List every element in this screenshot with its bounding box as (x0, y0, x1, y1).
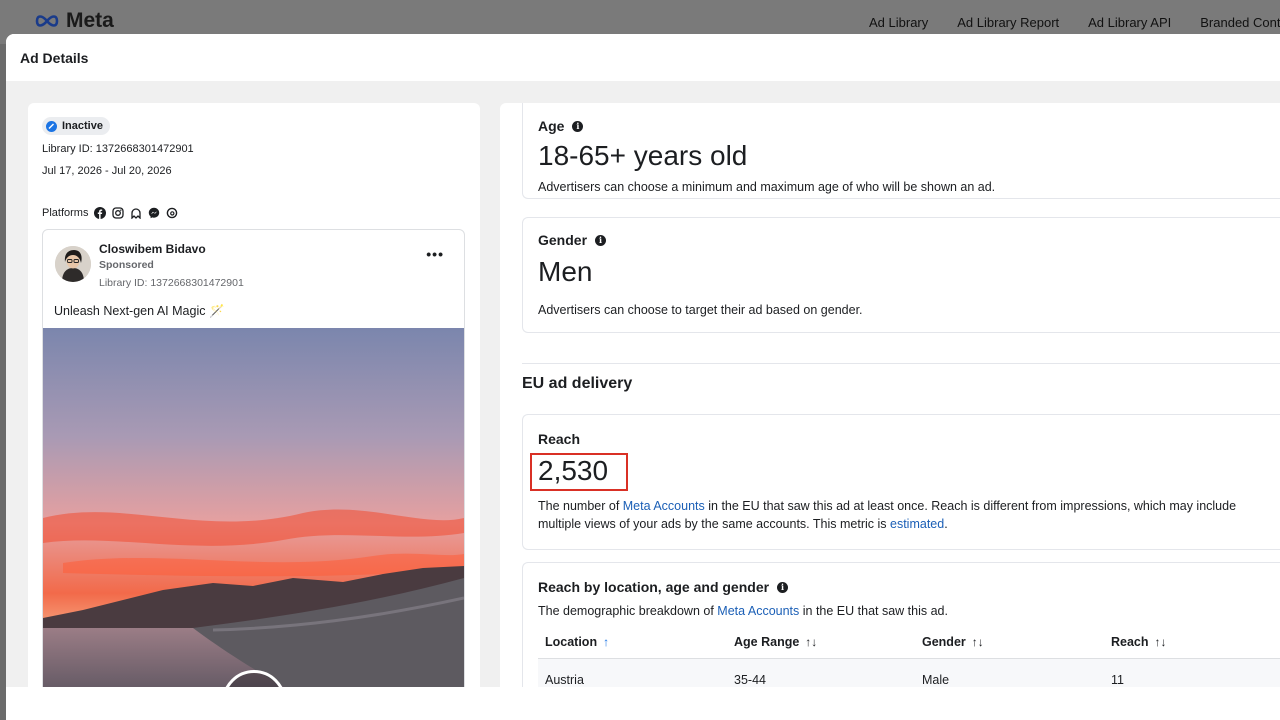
platforms-row: Platforms (42, 207, 178, 219)
run-dates: Jul 17, 2026 - Jul 20, 2026 (42, 165, 172, 177)
ad-summary-card: Inactive Library ID: 1372668301472901 Ju… (28, 103, 480, 687)
cell-age-range: 35-44 (734, 673, 766, 687)
column-reach[interactable]: Reach ↑↓ (1111, 635, 1167, 649)
gender-card: Gender i Men Advertisers can choose to t… (522, 217, 1280, 333)
cell-reach: 11 (1111, 673, 1124, 687)
estimated-link[interactable]: estimated (890, 517, 944, 531)
sort-icon[interactable]: ↑↓ (972, 635, 984, 649)
breakdown-card: Reach by location, age and gender i The … (522, 562, 1280, 687)
gender-title-text: Gender (538, 232, 588, 248)
ad-preview-card: Closwibem Bidavo Sponsored Library ID: 1… (42, 229, 465, 687)
cell-location: Austria (545, 673, 584, 687)
breakdown-title-text: Reach by location, age and gender (538, 579, 770, 595)
section-divider (522, 363, 1280, 364)
age-card: Age i 18-65+ years old Advertisers can c… (522, 103, 1280, 199)
age-description: Advertisers can choose a minimum and max… (538, 180, 996, 194)
gender-value: Men (538, 256, 593, 287)
reach-desc-text: The number of (538, 499, 623, 513)
eu-section-title: EU ad delivery (522, 375, 633, 392)
breakdown-title: Reach by location, age and gender i (538, 579, 789, 595)
info-icon[interactable]: i (595, 234, 607, 246)
column-gender[interactable]: Gender ↑↓ (922, 635, 984, 649)
cell-gender: Male (922, 673, 950, 687)
reach-card: Reach 2,530 The number of Meta Accounts … (522, 414, 1280, 550)
modal-title: Ad Details (20, 50, 89, 66)
meta-infinity-icon (35, 15, 59, 27)
breakdown-desc-text: The demographic breakdown of (538, 604, 718, 618)
nav-link-ad-library[interactable]: Ad Library (869, 15, 928, 30)
ad-details-modal: Ad Details Inactive Library ID: 13726683… (6, 34, 1280, 720)
sunset-image (43, 328, 464, 687)
library-id: Library ID: 1372668301472901 (42, 143, 194, 155)
meta-accounts-link[interactable]: Meta Accounts (623, 499, 705, 513)
column-location[interactable]: Location ↑ (545, 635, 609, 649)
sort-icon[interactable]: ↑↓ (805, 635, 817, 649)
instagram-icon (112, 207, 125, 219)
gender-title: Gender i (538, 232, 607, 248)
ad-body-text: Unleash Next-gen AI Magic 🪄 (54, 304, 225, 318)
info-icon[interactable]: i (572, 120, 584, 132)
advertiser-name[interactable]: Closwibem Bidavo (99, 242, 206, 256)
preview-library-id: Library ID: 1372668301472901 (99, 277, 244, 289)
platforms-label: Platforms (42, 207, 89, 219)
breakdown-desc-text-2: in the EU that saw this ad. (799, 604, 948, 618)
advertiser-avatar[interactable] (55, 246, 91, 282)
messenger-icon (149, 207, 160, 219)
age-title-text: Age (538, 118, 565, 134)
column-gender-label: Gender (922, 635, 966, 649)
sort-icon[interactable]: ↑↓ (1155, 635, 1167, 649)
gender-description: Advertisers can choose to target their a… (538, 303, 863, 317)
ad-audience-panel: Age i 18-65+ years old Advertisers can c… (500, 103, 1280, 687)
status-label: Inactive (62, 120, 103, 132)
column-age-range[interactable]: Age Range ↑↓ (734, 635, 817, 649)
ad-video-thumbnail[interactable] (43, 328, 464, 687)
table-header: Location ↑ Age Range ↑↓ Gender ↑↓ Reach ↑↓ (538, 625, 1280, 659)
table-row: Austria 35-44 Male 11 (538, 659, 1280, 687)
column-location-label: Location (545, 635, 598, 649)
breakdown-description: The demographic breakdown of Meta Accoun… (538, 602, 948, 620)
column-age-label: Age Range (734, 635, 800, 649)
age-title: Age i (538, 118, 584, 134)
reach-desc-text-3: . (944, 517, 948, 531)
nav-links: Ad Library Ad Library Report Ad Library … (869, 15, 1280, 30)
threads-icon (167, 207, 178, 219)
modal-header: Ad Details (6, 34, 1280, 81)
sponsored-label: Sponsored (99, 259, 154, 271)
facebook-icon (94, 207, 107, 219)
modal-footer (6, 687, 1280, 720)
sort-ascending-icon[interactable]: ↑ (603, 635, 609, 649)
inactive-status-icon (46, 120, 57, 132)
nav-link-ad-library-report[interactable]: Ad Library Report (957, 15, 1059, 30)
nav-link-branded-content[interactable]: Branded Content (1200, 15, 1280, 30)
nav-link-ad-library-api[interactable]: Ad Library API (1088, 15, 1171, 30)
age-value: 18-65+ years old (538, 140, 748, 171)
reach-highlight-box (530, 453, 628, 491)
reach-title: Reach (538, 431, 581, 447)
status-badge: Inactive (42, 117, 110, 135)
meta-accounts-link[interactable]: Meta Accounts (717, 604, 799, 618)
more-options-icon[interactable]: ••• (426, 246, 444, 262)
reach-description: The number of Meta Accounts in the EU th… (538, 497, 1268, 533)
info-icon[interactable]: i (777, 581, 789, 593)
audience-network-icon (131, 208, 142, 219)
brand-name: Meta (66, 9, 114, 32)
meta-logo[interactable]: Meta (34, 9, 114, 33)
modal-body[interactable]: Inactive Library ID: 1372668301472901 Ju… (6, 81, 1280, 687)
column-reach-label: Reach (1111, 635, 1149, 649)
